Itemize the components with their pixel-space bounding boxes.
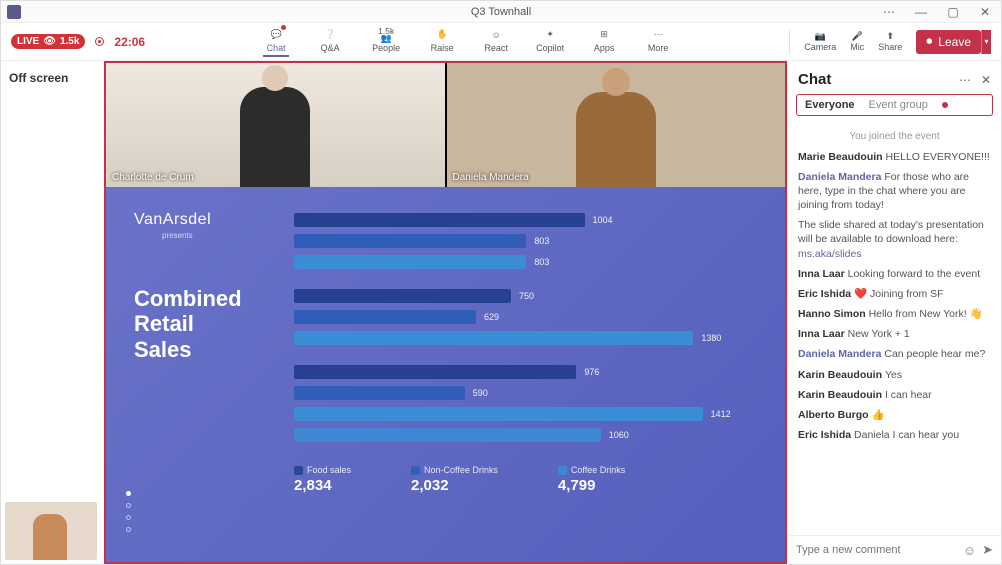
- chat-title: Chat: [798, 71, 831, 88]
- app-window: Q3 Townhall ⋯ — ▢ ✕ LIVE👁1.5k 22:06 💬 Ch…: [0, 0, 1002, 565]
- chat-compose: ☺ ➤: [788, 535, 1001, 564]
- camera-button[interactable]: 📷Camera: [804, 31, 836, 52]
- self-view-tile[interactable]: [5, 502, 97, 560]
- recording-timer: 22:06: [114, 35, 145, 49]
- chat-messages: You joined the eventMarie Beaudouin HELL…: [788, 116, 1001, 535]
- slide-headline: Combined Retail Sales: [134, 286, 294, 362]
- chat-message: The slide shared at today's presentation…: [798, 218, 991, 261]
- send-icon[interactable]: ➤: [982, 542, 993, 558]
- emoji-icon[interactable]: ☺: [963, 543, 976, 558]
- video-tile-charlotte[interactable]: Charlotte de Crum: [106, 63, 445, 187]
- mic-muted-icon: 🎤: [852, 31, 863, 42]
- maximize-icon[interactable]: ▢: [937, 1, 969, 23]
- react-button[interactable]: ☺React: [479, 27, 513, 53]
- meeting-toolbar: LIVE👁1.5k 22:06 💬 Chat ❔Q&A 1.5k 👥People…: [1, 23, 1001, 61]
- apps-icon: ⊞: [600, 27, 608, 43]
- people-icon: 👥: [381, 33, 392, 43]
- titlebar: Q3 Townhall ⋯ — ▢ ✕: [1, 1, 1001, 23]
- tab-everyone[interactable]: Everyone: [805, 99, 855, 111]
- chat-message: Inna Laar New York + 1: [798, 327, 991, 341]
- close-window-icon[interactable]: ✕: [969, 1, 1001, 23]
- more-button[interactable]: ⋯More: [641, 27, 675, 53]
- unread-dot-icon: [942, 102, 948, 108]
- teams-icon: [7, 5, 21, 19]
- hangup-icon: ⏺: [926, 34, 932, 49]
- chat-message: Inna Laar Looking forward to the event: [798, 267, 991, 281]
- camera-icon: 📷: [815, 31, 826, 42]
- qna-icon: ❔: [325, 27, 336, 43]
- hand-icon: ✋: [437, 27, 448, 43]
- chat-icon: 💬: [271, 27, 282, 43]
- share-icon: ⬆: [886, 31, 894, 42]
- brand-logo: VanArsdel: [134, 211, 294, 229]
- chat-message: Karin Beaudouin Yes: [798, 368, 991, 382]
- chart-area: 1004803803750629138097659014121060Food s…: [294, 211, 757, 552]
- leave-button[interactable]: ⏺Leave ▾: [916, 30, 991, 54]
- copilot-icon: ✦: [546, 27, 554, 43]
- chat-panel: Chat ⋯ ✕ Everyone Event group You joined…: [787, 61, 1001, 564]
- chat-message: Eric Ishida Daniela I can hear you: [798, 428, 991, 442]
- mic-button[interactable]: 🎤Mic: [850, 31, 864, 52]
- chat-message: Karin Beaudouin I can hear: [798, 388, 991, 402]
- people-button[interactable]: 1.5k 👥People: [367, 27, 405, 54]
- chat-tabs: Everyone Event group: [796, 94, 993, 116]
- chat-message: Eric Ishida ❤️ Joining from SF: [798, 287, 991, 301]
- tab-event-group[interactable]: Event group: [869, 99, 928, 111]
- chat-message: Daniela Mandera Can people hear me?: [798, 347, 991, 361]
- live-badge: LIVE👁1.5k: [11, 34, 85, 49]
- apps-button[interactable]: ⊞Apps: [587, 27, 621, 53]
- share-button[interactable]: ⬆Share: [878, 31, 902, 52]
- record-icon: [95, 37, 104, 46]
- raise-hand-button[interactable]: ✋Raise: [425, 27, 459, 53]
- chat-message: Daniela Mandera For those who are here, …: [798, 170, 991, 213]
- leave-chevron-icon[interactable]: ▾: [981, 30, 991, 54]
- more-icon: ⋯: [654, 27, 663, 43]
- chat-message: Alberto Burgo 👍: [798, 408, 991, 422]
- slide-nav-dots: [126, 491, 131, 532]
- chat-more-icon[interactable]: ⋯: [959, 73, 971, 87]
- chat-close-icon[interactable]: ✕: [981, 73, 991, 87]
- minimize-icon[interactable]: —: [905, 1, 937, 23]
- offscreen-panel: Off screen: [1, 61, 104, 564]
- window-title: Q3 Townhall: [471, 6, 531, 18]
- chat-button[interactable]: 💬 Chat: [259, 27, 293, 57]
- smile-icon: ☺: [492, 27, 501, 43]
- qna-button[interactable]: ❔Q&A: [313, 27, 347, 53]
- offscreen-label: Off screen: [9, 71, 68, 85]
- shared-slide: VanArsdel presents Combined Retail Sales…: [106, 187, 785, 562]
- video-tile-daniela[interactable]: Daniela Mandera: [447, 63, 786, 187]
- meeting-stage: Charlotte de Crum Daniela Mandera VanArs…: [104, 61, 787, 564]
- copilot-button[interactable]: ✦Copilot: [533, 27, 567, 53]
- chat-message: Marie Beaudouin HELLO EVERYONE!!!: [798, 150, 991, 164]
- chat-input[interactable]: [796, 544, 957, 556]
- more-window-icon[interactable]: ⋯: [873, 1, 905, 23]
- chat-message: Hanno Simon Hello from New York! 👋: [798, 307, 991, 321]
